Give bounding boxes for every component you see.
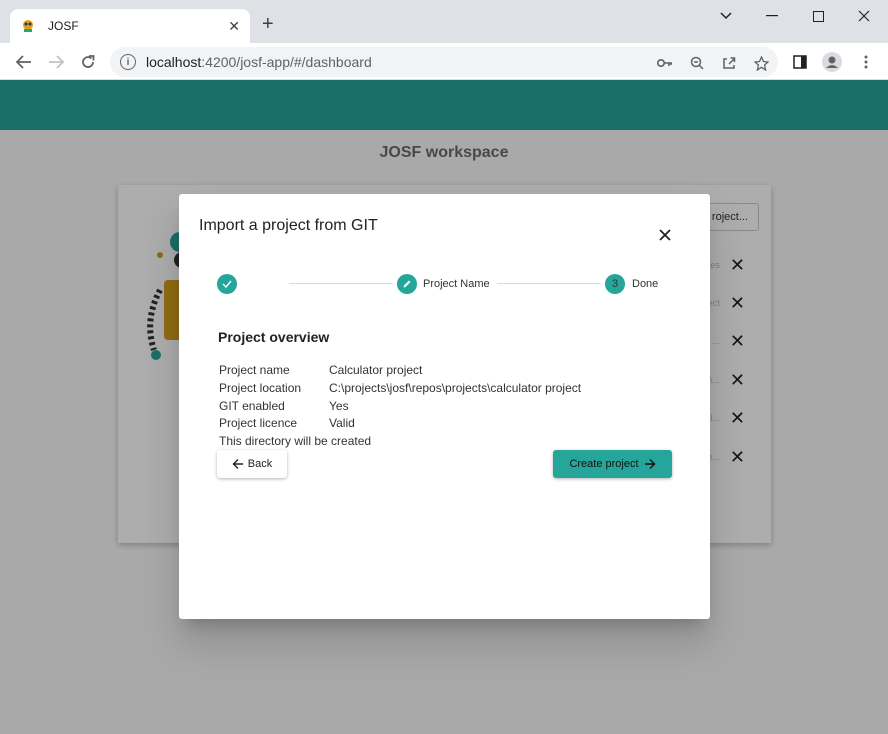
stepper: Project Name 3 Done — [179, 274, 710, 294]
tab-title: JOSF — [48, 19, 79, 33]
profile-avatar-icon[interactable] — [820, 50, 844, 74]
import-git-dialog: Import a project from GIT Project Name 3… — [179, 194, 710, 619]
detail-label: GIT enabled — [219, 399, 285, 413]
step-label-done: Done — [632, 278, 659, 290]
new-tab-button[interactable]: + — [262, 14, 274, 34]
browser-toolbar: i localhost:4200/josf-app/#/dashboard — [0, 43, 888, 80]
project-overview-heading: Project overview — [218, 329, 330, 345]
detail-label: Project licence — [219, 416, 298, 430]
dialog-close-icon[interactable] — [656, 226, 674, 244]
reload-icon[interactable] — [76, 50, 100, 74]
minimize-icon[interactable] — [760, 6, 784, 26]
step-label-project-name: Project Name — [423, 278, 490, 290]
step-connector — [497, 283, 601, 284]
tab-close-icon[interactable]: ✕ — [228, 18, 240, 35]
arrow-left-icon — [232, 458, 244, 470]
detail-label: Project location — [219, 381, 302, 395]
window-close-icon[interactable] — [852, 6, 876, 26]
url-text: localhost:4200/josf-app/#/dashboard — [146, 54, 372, 70]
tab-search-icon[interactable] — [714, 6, 738, 26]
share-icon[interactable] — [720, 54, 738, 72]
back-arrow-icon[interactable] — [12, 50, 36, 74]
side-panel-icon[interactable] — [788, 50, 812, 74]
address-bar[interactable]: i localhost:4200/josf-app/#/dashboard — [110, 47, 778, 77]
dialog-title: Import a project from GIT — [199, 217, 378, 234]
detail-value: Valid — [329, 416, 355, 430]
key-icon[interactable] — [656, 54, 674, 72]
zoom-out-icon[interactable] — [688, 54, 706, 72]
create-button-label: Create project — [569, 458, 639, 470]
step-number-3[interactable]: 3 — [605, 274, 625, 294]
back-button[interactable]: Back — [217, 450, 287, 478]
detail-value: Calculator project — [329, 363, 423, 377]
back-button-label: Back — [247, 458, 273, 470]
bookmark-star-icon[interactable] — [752, 54, 770, 72]
detail-value: C:\projects\josf\repos\projects\calculat… — [329, 381, 582, 395]
maximize-icon[interactable] — [806, 6, 830, 26]
directory-note: This directory will be created — [219, 434, 372, 448]
step-connector — [289, 283, 393, 284]
forward-arrow-icon[interactable] — [44, 50, 68, 74]
detail-label: Project name — [219, 363, 290, 377]
browser-menu-icon[interactable] — [854, 50, 878, 74]
app-area: JOSF workspace roject... ees ✕ ject ✕ y ..… — [0, 80, 888, 734]
browser-titlebar: JOSF ✕ + — [0, 0, 888, 43]
step-done-check-icon[interactable] — [217, 274, 237, 294]
site-info-icon[interactable]: i — [120, 54, 136, 70]
josf-favicon-icon — [20, 18, 36, 34]
step-edit-pencil-icon[interactable] — [397, 274, 417, 294]
browser-tab[interactable]: JOSF ✕ — [10, 9, 250, 43]
create-project-submit-button[interactable]: Create project — [553, 450, 672, 478]
arrow-right-icon — [644, 458, 656, 470]
detail-value: Yes — [329, 399, 349, 413]
